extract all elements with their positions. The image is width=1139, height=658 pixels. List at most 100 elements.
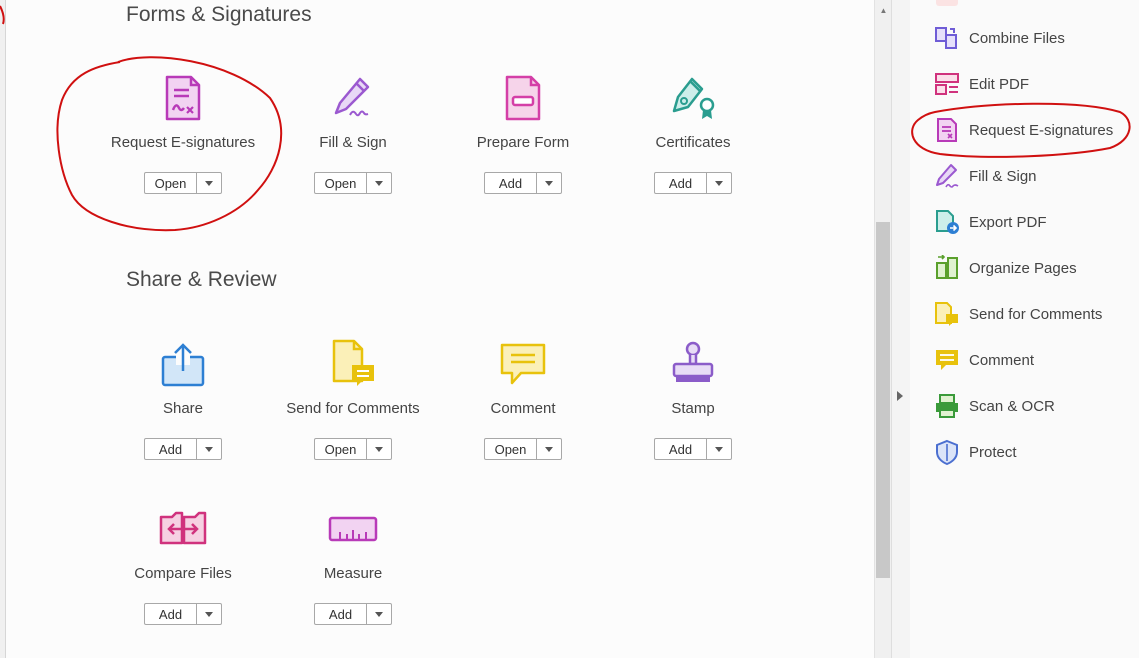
comment-icon xyxy=(438,334,608,394)
tool-send-for-comments[interactable]: Send for Comments Open xyxy=(268,334,438,460)
tool-action[interactable]: Open xyxy=(485,439,537,459)
compare-files-icon xyxy=(98,499,268,559)
send-for-comments-icon xyxy=(268,334,438,394)
pane-item-send-for-comments[interactable]: Send for Comments xyxy=(934,299,1102,329)
chevron-down-icon[interactable] xyxy=(197,173,221,193)
pane-item-edit-pdf[interactable]: Edit PDF xyxy=(934,69,1029,99)
tool-add-button[interactable]: Add xyxy=(484,172,562,194)
tool-label: Request E-signatures xyxy=(110,134,256,151)
scrollbar-thumb[interactable] xyxy=(876,222,890,578)
tool-action[interactable]: Open xyxy=(315,439,367,459)
tool-action[interactable]: Open xyxy=(315,173,367,193)
tool-add-button[interactable]: Add xyxy=(144,603,222,625)
right-tools-pane: Combine Files Edit PDF Request E-signatu… xyxy=(910,0,1139,658)
section-title-forms-signatures: Forms & Signatures xyxy=(126,3,312,26)
tool-action[interactable]: Add xyxy=(315,604,367,624)
pane-item-request-esignatures[interactable]: Request E-signatures xyxy=(934,115,1113,145)
tool-certificates[interactable]: Certificates Add xyxy=(608,68,778,194)
tool-open-button[interactable]: Open xyxy=(314,172,392,194)
tool-action[interactable]: Add xyxy=(485,173,537,193)
tool-add-button[interactable]: Add xyxy=(314,603,392,625)
chevron-down-icon[interactable] xyxy=(197,604,221,624)
pane-item-label: Protect xyxy=(969,443,1017,461)
tool-label: Comment xyxy=(490,400,556,417)
tool-action[interactable]: Add xyxy=(145,604,197,624)
tool-add-button[interactable]: Add xyxy=(654,172,732,194)
combine-files-icon xyxy=(934,25,960,51)
pane-item-combine-files[interactable]: Combine Files xyxy=(934,23,1065,53)
pane-item-label: Fill & Sign xyxy=(969,167,1037,185)
tool-label: Share xyxy=(162,400,204,417)
scroll-up-icon[interactable]: ▲ xyxy=(875,0,892,20)
tool-add-button[interactable]: Add xyxy=(654,438,732,460)
fill-sign-icon xyxy=(934,163,960,189)
send-for-comments-icon xyxy=(934,301,960,327)
pane-item-label: Edit PDF xyxy=(969,75,1030,93)
panel-collapse-bar[interactable] xyxy=(891,0,911,658)
share-icon xyxy=(98,334,268,394)
tool-share[interactable]: Share Add xyxy=(98,334,268,460)
export-pdf-icon xyxy=(934,209,960,235)
pane-item-fill-sign[interactable]: Fill & Sign xyxy=(934,161,1037,191)
section-title-share-review: Share & Review xyxy=(126,268,277,291)
partial-tool-icon xyxy=(936,0,958,6)
tool-label: Stamp xyxy=(671,400,715,417)
tool-label: Fill & Sign xyxy=(319,134,387,151)
tool-add-button[interactable]: Add xyxy=(144,438,222,460)
fill-sign-icon xyxy=(268,68,438,128)
tool-measure[interactable]: Measure Add xyxy=(268,499,438,625)
pane-item-label: Combine Files xyxy=(969,29,1065,47)
chevron-down-icon[interactable] xyxy=(367,173,391,193)
pane-item-label: Send for Comments xyxy=(969,305,1103,323)
tool-compare-files[interactable]: Compare Files Add xyxy=(98,499,268,625)
chevron-down-icon[interactable] xyxy=(537,439,561,459)
tools-main-panel: Forms & Signatures Share & Review Reques… xyxy=(6,0,874,658)
pane-item-label: Export PDF xyxy=(969,213,1047,231)
tool-label: Certificates xyxy=(655,134,731,151)
tool-action[interactable]: Open xyxy=(145,173,197,193)
chevron-down-icon[interactable] xyxy=(367,439,391,459)
tool-label: Compare Files xyxy=(134,565,232,582)
tool-open-button[interactable]: Open xyxy=(144,172,222,194)
organize-pages-icon xyxy=(934,255,960,281)
tool-label: Prepare Form xyxy=(476,134,570,151)
request-esignatures-icon xyxy=(98,68,268,128)
certificates-icon xyxy=(608,68,778,128)
chevron-down-icon[interactable] xyxy=(707,173,731,193)
main-scrollbar[interactable]: ▲ xyxy=(874,0,892,658)
chevron-down-icon[interactable] xyxy=(367,604,391,624)
tool-request-esignatures[interactable]: Request E-signatures Open xyxy=(98,68,268,194)
prepare-form-icon xyxy=(438,68,608,128)
scan-ocr-icon xyxy=(934,393,960,419)
pane-item-comment[interactable]: Comment xyxy=(934,345,1034,375)
tool-open-button[interactable]: Open xyxy=(484,438,562,460)
pane-item-export-pdf[interactable]: Export PDF xyxy=(934,207,1047,237)
tool-label: Measure xyxy=(323,565,383,582)
pane-item-label: Request E-signatures xyxy=(969,121,1114,139)
pane-item-scan-ocr[interactable]: Scan & OCR xyxy=(934,391,1055,421)
stamp-icon xyxy=(608,334,778,394)
tool-action[interactable]: Add xyxy=(655,173,707,193)
pane-item-label: Comment xyxy=(969,351,1035,369)
pane-item-protect[interactable]: Protect xyxy=(934,437,1017,467)
measure-icon xyxy=(268,499,438,559)
tool-comment[interactable]: Comment Open xyxy=(438,334,608,460)
chevron-down-icon[interactable] xyxy=(707,439,731,459)
tool-open-button[interactable]: Open xyxy=(314,438,392,460)
edit-pdf-icon xyxy=(934,71,960,97)
comment-icon xyxy=(934,347,960,373)
protect-icon xyxy=(934,439,960,465)
tool-stamp[interactable]: Stamp Add xyxy=(608,334,778,460)
tool-fill-sign[interactable]: Fill & Sign Open xyxy=(268,68,438,194)
tool-action[interactable]: Add xyxy=(655,439,707,459)
pane-item-label: Scan & OCR xyxy=(969,397,1055,415)
pane-item-organize-pages[interactable]: Organize Pages xyxy=(934,253,1077,283)
tool-prepare-form[interactable]: Prepare Form Add xyxy=(438,68,608,194)
chevron-down-icon[interactable] xyxy=(537,173,561,193)
expand-arrow-icon[interactable] xyxy=(897,391,903,401)
request-esignatures-icon xyxy=(934,117,960,143)
pane-item-label: Organize Pages xyxy=(969,259,1077,277)
tool-label: Send for Comments xyxy=(286,400,420,417)
chevron-down-icon[interactable] xyxy=(197,439,221,459)
tool-action[interactable]: Add xyxy=(145,439,197,459)
